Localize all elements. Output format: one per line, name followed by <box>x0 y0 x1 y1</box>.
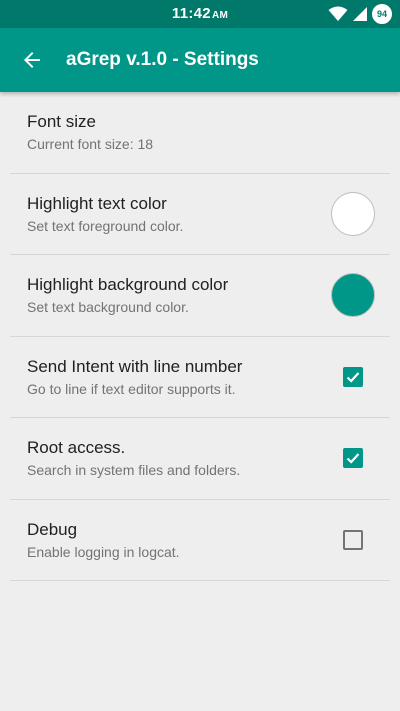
pref-root-access[interactable]: Root access. Search in system files and … <box>10 418 390 500</box>
pref-summary: Search in system files and folders. <box>27 462 241 479</box>
pref-widget <box>331 518 375 562</box>
pref-summary: Go to line if text editor supports it. <box>27 380 236 397</box>
pref-highlight-text-color[interactable]: Highlight text color Set text foreground… <box>10 174 390 255</box>
text-color-swatch[interactable] <box>331 191 375 236</box>
pref-widget <box>331 355 375 399</box>
pref-widget <box>331 436 375 480</box>
pref-send-intent[interactable]: Send Intent with line number Go to line … <box>10 337 390 418</box>
pref-font-size[interactable]: Font size Current font size: 18 <box>10 92 390 174</box>
pref-title: Highlight background color <box>27 275 229 295</box>
clock-time: 11:42 <box>171 5 211 22</box>
pref-text: Root access. Search in system files and … <box>27 437 331 479</box>
pref-highlight-background-color[interactable]: Highlight background color Set text back… <box>10 255 390 337</box>
pref-widget <box>331 273 375 318</box>
pref-text: Font size Current font size: 18 <box>27 111 373 153</box>
app-bar: aGrep v.1.0 - Settings <box>0 28 400 92</box>
pref-title: Debug <box>27 519 78 539</box>
page-title: aGrep v.1.0 - Settings <box>66 49 259 70</box>
battery-icon: 94 <box>372 4 392 24</box>
signal-icon <box>353 7 367 21</box>
pref-text: Highlight text color Set text foreground… <box>27 193 331 235</box>
check-icon <box>346 372 360 383</box>
status-bar: 11:42AM 94 <box>0 0 400 28</box>
debug-checkbox[interactable] <box>343 529 363 550</box>
pref-debug[interactable]: Debug Enable logging in logcat. <box>10 500 390 581</box>
pref-text: Debug Enable logging in logcat. <box>27 519 331 561</box>
pref-text: Send Intent with line number Go to line … <box>27 356 331 398</box>
pref-summary: Set text foreground color. <box>27 217 184 234</box>
status-icons: 94 <box>328 4 392 24</box>
pref-title: Send Intent with line number <box>27 356 243 376</box>
arrow-back-icon <box>24 52 40 68</box>
pref-widget <box>331 191 375 236</box>
send-intent-checkbox[interactable] <box>343 366 363 387</box>
background-color-swatch[interactable] <box>331 273 375 318</box>
pref-text: Highlight background color Set text back… <box>27 274 331 316</box>
root-access-checkbox[interactable] <box>343 448 363 469</box>
settings-list: Font size Current font size: 18 Highligh… <box>0 92 400 581</box>
pref-title: Root access. <box>27 438 126 458</box>
clock-ampm: AM <box>211 10 229 21</box>
back-button[interactable] <box>0 28 64 92</box>
wifi-icon <box>328 6 348 21</box>
pref-title: Highlight text color <box>27 193 167 213</box>
pref-title: Font size <box>27 112 96 132</box>
pref-summary: Current font size: 18 <box>27 136 154 153</box>
pref-summary: Enable logging in logcat. <box>27 543 180 560</box>
check-icon <box>346 453 360 464</box>
pref-summary: Set text background color. <box>27 299 189 316</box>
